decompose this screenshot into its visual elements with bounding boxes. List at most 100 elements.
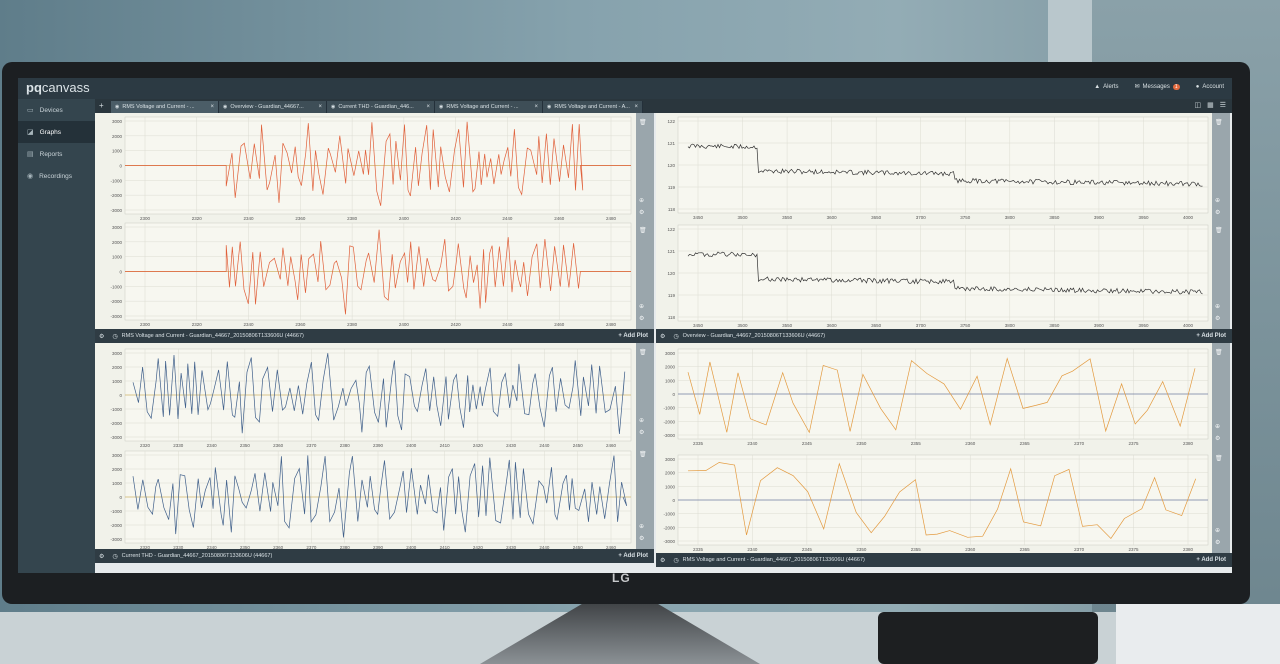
settings-icon[interactable]: ⚙ [1215, 435, 1220, 442]
zoom-icon[interactable]: ⊕ [1215, 303, 1220, 310]
x-tick-label: 2320 [140, 443, 151, 448]
settings-icon[interactable]: ⚙ [639, 209, 644, 216]
layout-two-col-icon[interactable]: ◫ [1194, 101, 1201, 109]
top-actions: ▲ Alerts ✉ Messages 1 ● Account [1094, 83, 1224, 90]
trash-icon[interactable]: 🗑 [639, 119, 647, 126]
settings-icon[interactable]: ⚙ [1215, 539, 1220, 546]
plot-bl[interactable]: 3000 2000 1000 0 -1000 -2000 -3000 2320 2330 2340… [95, 343, 636, 549]
y-tick-label: 119 [668, 185, 676, 190]
trash-icon[interactable]: 🗑 [639, 451, 647, 458]
gear-icon[interactable]: ⚙ [99, 553, 104, 560]
x-tick-label: 2365 [1020, 441, 1031, 446]
zoom-icon[interactable]: ⊕ [1215, 423, 1220, 430]
panel-title-bl: Current THD - Guardian_44667_20150806T13… [121, 553, 273, 559]
trash-icon[interactable]: 🗑 [1215, 119, 1223, 126]
sidebar-item-graphs[interactable]: ◪ Graphs [18, 121, 95, 143]
layout-rows-icon[interactable]: ☰ [1220, 101, 1226, 109]
trash-icon[interactable]: 🗑 [639, 349, 647, 356]
x-tick-label: 2360 [965, 441, 976, 446]
plot-controls-bl: 🗑 ⊕ ⚙ 🗑 ⊕ ⚙ [636, 343, 654, 549]
close-icon[interactable]: × [210, 104, 214, 110]
zoom-icon[interactable]: ⊕ [1215, 527, 1220, 534]
y-tick-label: -1000 [110, 284, 122, 289]
add-plot-button[interactable]: + Add Plot [618, 553, 648, 559]
y-tick-label: 2000 [665, 471, 676, 476]
app-logo[interactable]: pqcanvass [26, 80, 90, 95]
alerts-link[interactable]: ▲ Alerts [1094, 83, 1118, 90]
zoom-icon[interactable]: ⊕ [1215, 197, 1220, 204]
settings-icon[interactable]: ⚙ [1215, 209, 1220, 216]
x-tick-label: 2355 [911, 441, 922, 446]
tab-current-thd[interactable]: ◉ Current THD - Guardian_446... × [327, 101, 435, 113]
plot-controls-tr: 🗑 ⊕ ⚙ 🗑 ⊕ ⚙ [1212, 113, 1230, 329]
close-icon[interactable]: × [634, 104, 638, 110]
x-tick-label: 4000 [1183, 323, 1194, 328]
zoom-icon[interactable]: ⊕ [639, 523, 644, 530]
y-tick-label: 0 [119, 164, 122, 169]
clock-icon[interactable]: ◷ [673, 557, 678, 564]
clock-icon[interactable]: ◷ [112, 553, 117, 560]
zoom-icon[interactable]: ⊕ [639, 417, 644, 424]
eye-icon: ◉ [223, 104, 228, 110]
close-icon[interactable]: × [426, 104, 430, 110]
tab-rms-1[interactable]: ◉ RMS Voltage and Current - ... × [111, 101, 219, 113]
y-tick-label: 1000 [112, 481, 123, 486]
gear-icon[interactable]: ⚙ [660, 557, 665, 564]
tab-rms-2[interactable]: ◉ RMS Voltage and Current - ... × [435, 101, 543, 113]
trash-icon[interactable]: 🗑 [1215, 227, 1223, 234]
messages-link[interactable]: ✉ Messages 1 [1135, 83, 1180, 90]
x-tick-label: 2420 [473, 443, 484, 448]
add-tab-button[interactable]: + [99, 101, 104, 110]
x-tick-label: 3650 [871, 323, 882, 328]
y-tick-label: -1000 [110, 509, 122, 514]
y-tick-label: 0 [119, 393, 122, 398]
x-tick-label: 2450 [573, 443, 584, 448]
eye-icon: ◉ [439, 104, 444, 110]
plot-br[interactable]: 3000 2000 1000 0 -1000 -2000 -3000 2335 2340 2345… [656, 343, 1212, 553]
y-tick-label: -3000 [110, 208, 122, 213]
y-tick-label: 0 [672, 392, 675, 397]
zoom-icon[interactable]: ⊕ [639, 303, 644, 310]
x-tick-label: 2335 [693, 547, 704, 552]
clock-icon[interactable]: ◷ [112, 333, 117, 340]
sidebar-item-reports[interactable]: ▤ Reports [18, 143, 95, 165]
x-tick-label: 2430 [506, 443, 517, 448]
tab-rms-3[interactable]: ◉ RMS Voltage and Current - A... × [543, 101, 643, 113]
y-tick-label: -2000 [663, 525, 675, 530]
close-icon[interactable]: × [318, 104, 322, 110]
settings-icon[interactable]: ⚙ [639, 429, 644, 436]
y-tick-label: -1000 [110, 178, 122, 183]
plot-tr[interactable]: 122 121 120 119 118 3450 3500 3550 3600 3650 3700 3… [656, 113, 1212, 329]
tab-bar: + ◉ RMS Voltage and Current - ... × ◉ Overv… [95, 99, 1232, 113]
layout-grid-icon[interactable]: ▦ [1207, 101, 1214, 109]
y-tick-label: -2000 [110, 193, 122, 198]
settings-icon[interactable]: ⚙ [639, 535, 644, 542]
y-tick-label: -3000 [663, 433, 675, 438]
trash-icon[interactable]: 🗑 [1215, 349, 1223, 356]
x-tick-label: 3450 [693, 323, 704, 328]
sidebar-item-recordings[interactable]: ◉ Recordings [18, 165, 95, 187]
close-icon[interactable]: × [534, 104, 538, 110]
trash-icon[interactable]: 🗑 [1215, 455, 1223, 462]
sidebar-item-devices[interactable]: ▭ Devices [18, 99, 95, 121]
add-plot-button[interactable]: + Add Plot [1196, 557, 1226, 563]
tab-overview[interactable]: ◉ Overview - Guardian_44667... × [219, 101, 327, 113]
alert-icon: ▲ [1094, 83, 1101, 90]
add-plot-button[interactable]: + Add Plot [618, 333, 648, 339]
gear-icon[interactable]: ⚙ [660, 333, 665, 340]
x-tick-label: 2375 [1129, 547, 1140, 552]
plot-tl[interactable]: 3000 2000 1000 0 -1000 -2000 -3000 2300 2320 2340… [95, 113, 636, 329]
settings-icon[interactable]: ⚙ [1215, 315, 1220, 322]
x-tick-label: 2350 [240, 443, 251, 448]
x-tick-label: 2340 [244, 216, 255, 221]
add-plot-button[interactable]: + Add Plot [1196, 333, 1226, 339]
zoom-icon[interactable]: ⊕ [639, 197, 644, 204]
y-tick-label: 3000 [665, 351, 676, 356]
account-link[interactable]: ● Account [1196, 83, 1224, 90]
trash-icon[interactable]: 🗑 [639, 227, 647, 234]
settings-icon[interactable]: ⚙ [639, 315, 644, 322]
x-tick-label: 2340 [747, 547, 758, 552]
x-tick-label: 3550 [782, 215, 793, 220]
clock-icon[interactable]: ◷ [673, 333, 678, 340]
gear-icon[interactable]: ⚙ [99, 333, 104, 340]
